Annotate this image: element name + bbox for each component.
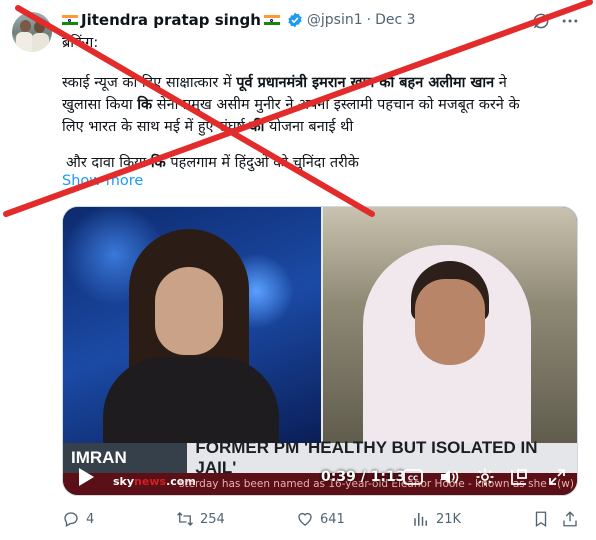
reply-button[interactable]: 4 xyxy=(62,510,94,528)
video-player[interactable]: IMRAN KHAN FORMER PM 'HEALTHY BUT ISOLAT… xyxy=(62,206,578,496)
bookmark-button[interactable] xyxy=(532,510,550,528)
views-chart-icon xyxy=(414,513,427,526)
grok-icon[interactable] xyxy=(531,11,551,31)
volume-icon[interactable] xyxy=(439,468,459,486)
bookmark-icon xyxy=(535,511,547,528)
tweet-header: Jitendra pratap singh @jpsin1 · Dec 3 xyxy=(62,9,416,31)
avatar-person-body xyxy=(32,33,49,52)
repost-icon xyxy=(177,512,193,526)
play-icon[interactable] xyxy=(77,467,95,487)
author-name[interactable]: Jitendra pratap singh xyxy=(81,11,261,29)
like-button[interactable]: 641 xyxy=(296,510,345,528)
india-flag-icon xyxy=(263,14,280,26)
share-button[interactable] xyxy=(561,510,579,528)
repost-button[interactable]: 254 xyxy=(176,510,225,528)
show-more-link[interactable]: Show more xyxy=(62,173,143,189)
avatar[interactable] xyxy=(12,12,52,52)
reply-icon xyxy=(64,512,78,527)
svg-text:CC: CC xyxy=(408,475,418,483)
repost-count: 254 xyxy=(200,511,225,527)
picture-in-picture-icon[interactable] xyxy=(509,467,529,487)
tweet-date[interactable]: Dec 3 xyxy=(375,12,415,28)
like-count: 641 xyxy=(320,511,345,527)
avatar-person-body xyxy=(16,32,33,52)
heart-icon xyxy=(298,512,312,526)
guest-face xyxy=(415,279,485,365)
presenter-face xyxy=(155,267,223,355)
avatar-person-head xyxy=(34,21,45,33)
tweet-text-line: ब्रेकिंग: xyxy=(62,35,99,51)
tweet-text-line: स्काई न्यूज को दिए साक्षात्कार में पूर्व… xyxy=(62,75,507,91)
author-handle[interactable]: @jpsin1 xyxy=(307,12,363,28)
tweet-text-line: लिए भारत के साथ मई में हुए संघर्ष की योज… xyxy=(62,119,354,135)
captions-icon[interactable]: CC xyxy=(403,469,423,485)
fullscreen-icon[interactable] xyxy=(547,467,567,487)
views-button[interactable]: 21K xyxy=(412,510,461,528)
video-time: 0:39 / 1:13 xyxy=(321,469,406,485)
views-count: 21K xyxy=(436,511,462,527)
india-flag-icon xyxy=(62,14,78,26)
avatar-person-head xyxy=(20,20,31,32)
more-options-icon[interactable] xyxy=(560,11,580,31)
separator-dot: · xyxy=(366,12,372,28)
verified-badge-icon xyxy=(287,12,303,28)
share-icon xyxy=(563,511,577,527)
reply-count: 4 xyxy=(86,511,95,527)
tweet-actions: 4 254 641 21K xyxy=(62,510,582,530)
tweet-text-line: खुलासा किया कि सेना प्रमुख असीम मुनीर ने… xyxy=(62,97,520,113)
tweet-text-line: और दावा किया कि पहलगाम में हिंदुओं को चु… xyxy=(66,155,359,171)
settings-gear-icon[interactable] xyxy=(475,467,495,487)
